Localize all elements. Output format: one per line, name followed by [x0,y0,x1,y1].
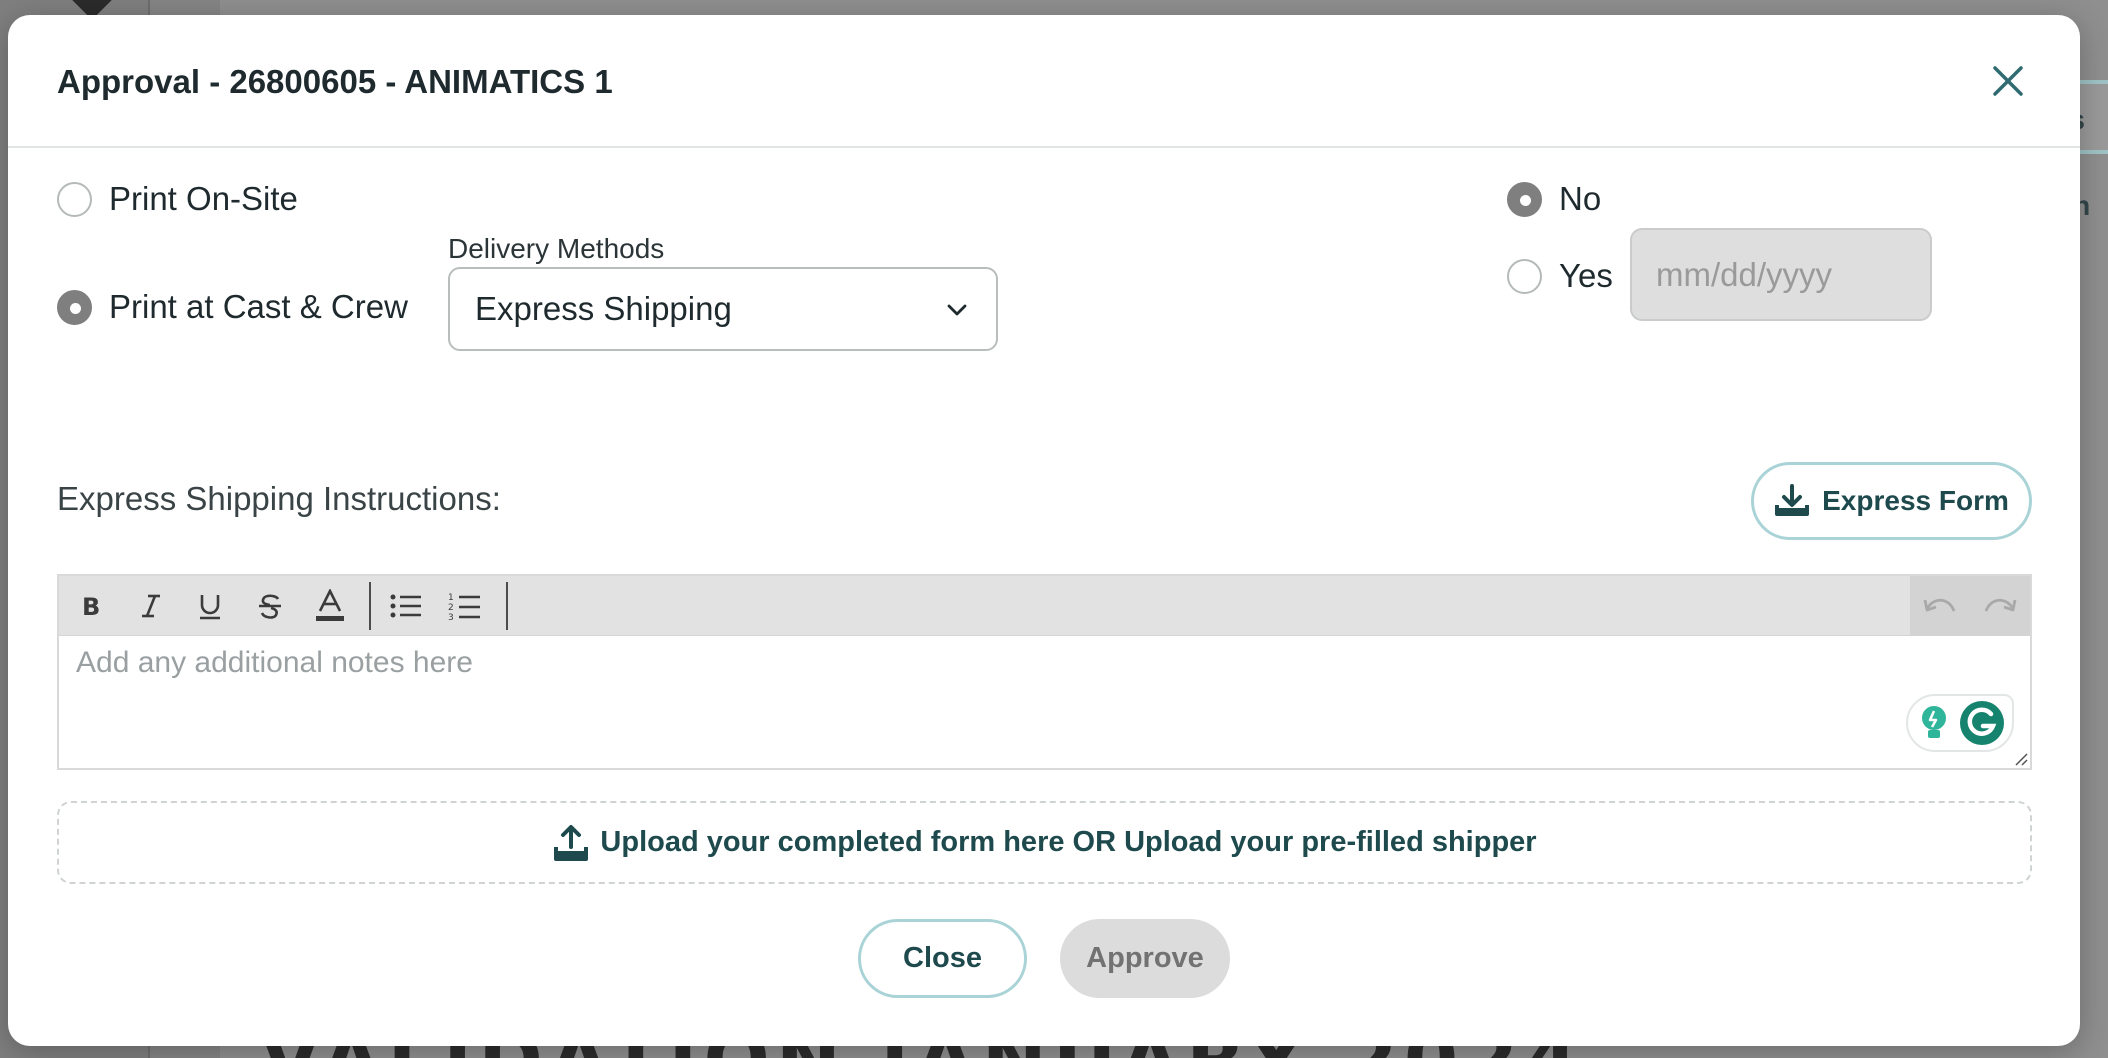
delivery-methods-label: Delivery Methods [448,233,665,264]
grammarly-icon [1959,701,2004,745]
approval-modal: Approval - 26800605 - ANIMATICS 1 Print … [8,15,2080,1046]
date-input[interactable] [1630,228,1932,321]
numbered-list-icon[interactable]: 1 2 3 [445,586,485,626]
svg-text:B: B [82,593,100,619]
print-cast-crew-option[interactable]: Print at Cast & Crew [57,288,408,326]
bold-icon[interactable]: B [71,586,111,626]
upload-dropzone[interactable]: Upload your completed form here OR Uploa… [57,801,2032,884]
resize-handle-icon[interactable] [2012,750,2028,766]
no-option[interactable]: No [1507,180,1601,218]
toolbar-divider [506,582,508,630]
delivery-methods-value: Express Shipping [475,290,732,327]
express-form-button[interactable]: Express Form [1751,462,2032,540]
modal-body: Print On-Site Print at Cast & Crew Deliv… [8,150,2080,1046]
close-icon[interactable] [1988,61,2028,101]
print-on-site-option[interactable]: Print On-Site [57,180,298,218]
strikethrough-icon[interactable] [250,586,290,626]
italic-icon[interactable] [131,586,171,626]
express-form-label: Express Form [1822,485,2009,516]
bullet-list-icon[interactable] [386,586,426,626]
notes-editor[interactable]: B 1 2 3 Add any additional notes here [57,574,2032,770]
approve-button[interactable]: Approve [1060,919,1230,998]
notes-placeholder[interactable]: Add any additional notes here [76,646,473,680]
redo-icon[interactable] [1980,586,2020,626]
shipping-instructions-label: Express Shipping Instructions: [57,480,501,517]
history-controls [1910,576,2030,636]
toolbar-divider [369,582,371,630]
text-color-icon[interactable] [310,586,350,626]
delivery-methods-select[interactable]: Express Shipping [448,267,998,351]
upload-icon [554,824,589,861]
lightbulb-icon [1921,706,1946,738]
yes-label: Yes [1559,257,1613,294]
upload-label: Upload your completed form here OR Uploa… [600,826,1537,858]
print-cast-crew-radio[interactable] [57,289,92,325]
grammarly-widget[interactable] [1906,694,2014,752]
download-icon [1775,484,1810,516]
modal-header: Approval - 26800605 - ANIMATICS 1 [8,15,2080,148]
modal-title: Approval - 26800605 - ANIMATICS 1 [57,63,613,100]
print-cast-crew-label: Print at Cast & Crew [109,288,408,325]
no-label: No [1559,180,1602,217]
print-on-site-label: Print On-Site [109,180,298,217]
svg-text:2: 2 [448,603,454,613]
no-radio[interactable] [1507,181,1542,217]
editor-toolbar: B 1 2 3 [59,576,2030,636]
yes-option[interactable]: Yes [1507,257,1613,295]
svg-text:1: 1 [448,593,454,603]
underline-icon[interactable] [190,586,230,626]
undo-icon[interactable] [1920,586,1960,626]
chevron-down-icon [947,304,967,316]
print-on-site-radio[interactable] [57,181,92,217]
svg-text:3: 3 [448,613,454,621]
close-button[interactable]: Close [858,919,1027,998]
yes-radio[interactable] [1507,258,1542,294]
